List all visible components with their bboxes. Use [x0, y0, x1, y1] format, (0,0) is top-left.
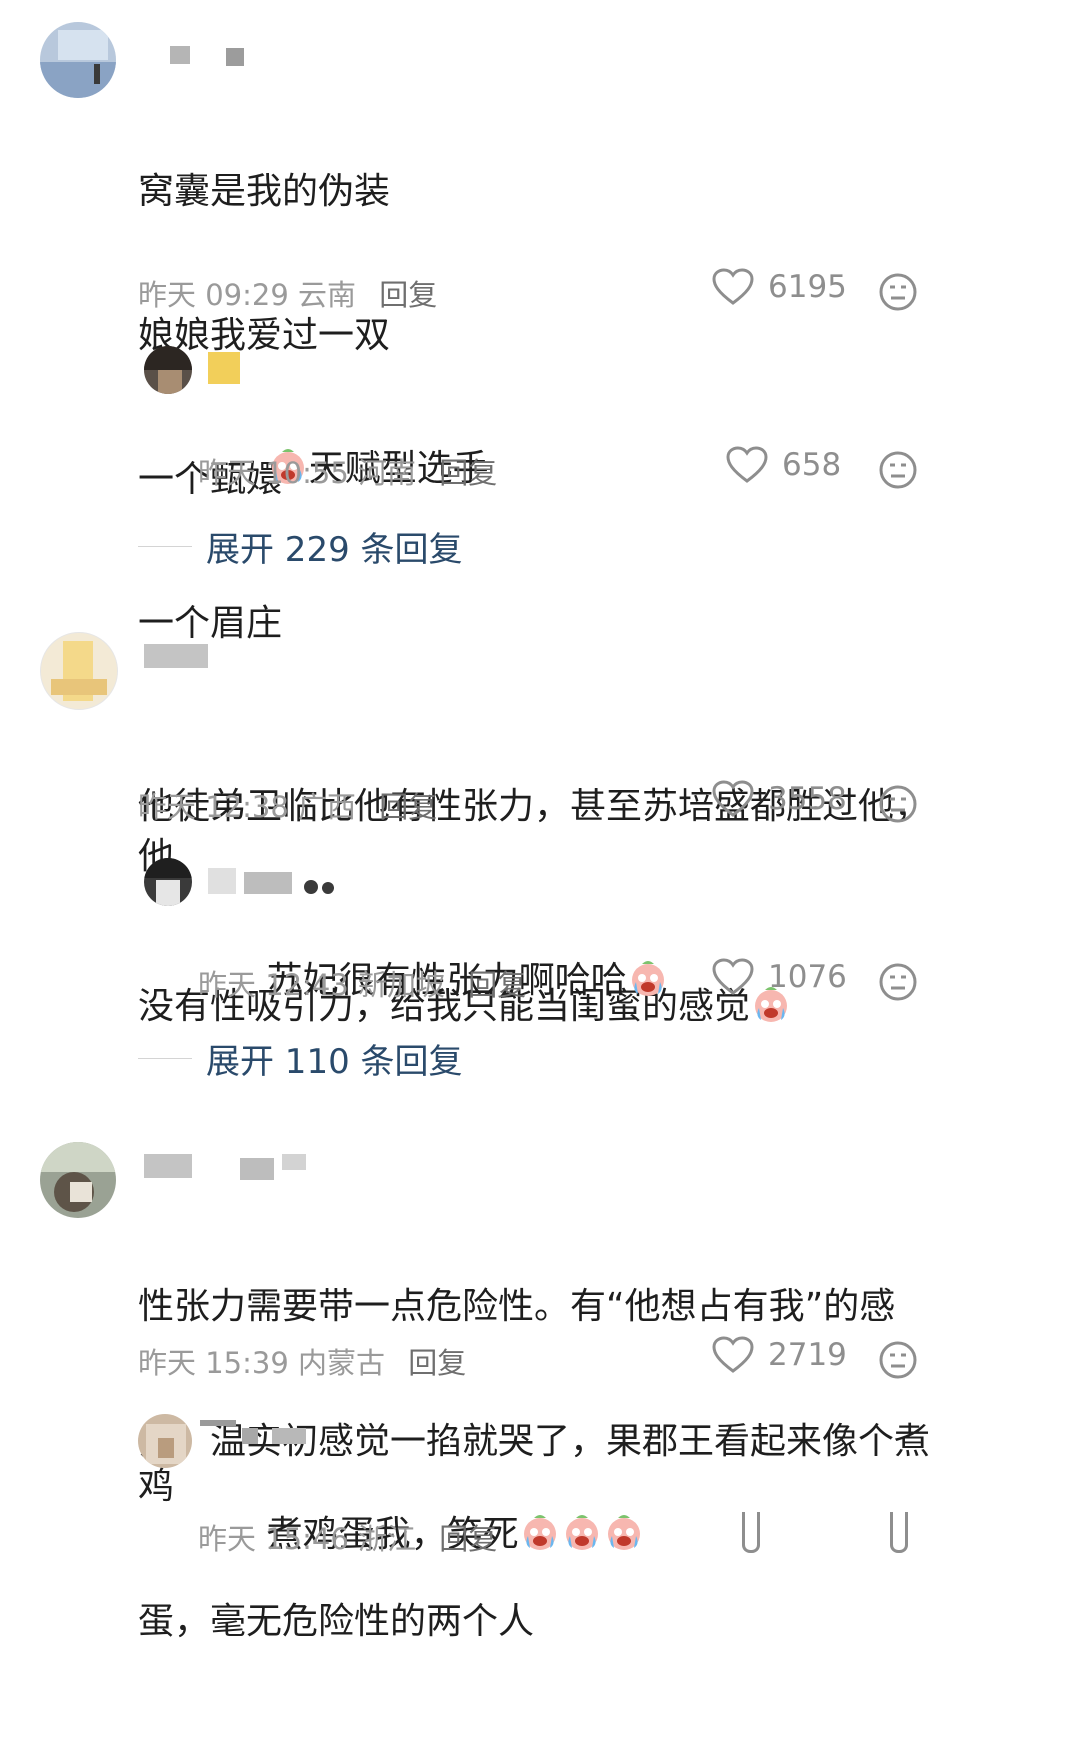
comment-line: 娘娘我爱过一双 — [138, 315, 391, 356]
avatar[interactable] — [40, 632, 118, 710]
timestamp: 昨天 15:46 — [198, 1522, 349, 1556]
reply-button[interactable]: 回复 — [439, 456, 497, 490]
expand-replies-button[interactable]: 展开 110 条回复 — [138, 1034, 463, 1083]
avatar[interactable] — [144, 858, 192, 906]
like-count: 6195 — [768, 269, 847, 305]
username[interactable] — [150, 46, 270, 72]
region: 云南 — [298, 278, 357, 312]
scroll-handle[interactable] — [890, 1512, 908, 1553]
comment-line: 一个眉庄 — [138, 603, 283, 644]
divider — [138, 1058, 192, 1059]
avatar[interactable] — [40, 22, 116, 98]
meh-face-icon[interactable] — [878, 1340, 918, 1380]
like-count: 658 — [782, 447, 842, 483]
like-button[interactable]: 1076 — [712, 958, 847, 996]
meh-face-icon[interactable] — [878, 784, 918, 824]
comment-meta: 昨天 12:38 广西 回复 — [138, 784, 437, 826]
reply-button[interactable]: 回复 — [468, 968, 526, 1002]
comment-line: 窝囊是我的伪装 — [138, 171, 391, 212]
region: 内蒙古 — [298, 1346, 386, 1380]
timestamp: 昨天 10:55 — [198, 456, 349, 490]
comment-line: 性张力需要带一点危险性。有“他想占有我”的感 — [138, 1286, 896, 1327]
heart-outline-icon — [712, 1336, 754, 1373]
region: 河南 — [358, 456, 417, 490]
expand-replies-button[interactable]: 展开 229 条回复 — [138, 522, 463, 571]
avatar[interactable] — [138, 1414, 192, 1468]
heart-outline-icon — [712, 780, 754, 817]
reply-button[interactable]: 回复 — [439, 1522, 497, 1556]
like-count: 1076 — [768, 959, 847, 995]
heart-outline-icon — [726, 446, 768, 483]
like-button[interactable]: 2719 — [712, 1336, 847, 1374]
username[interactable] — [144, 644, 214, 670]
avatar[interactable] — [40, 1142, 116, 1218]
username[interactable] — [200, 1420, 320, 1446]
timestamp: 昨天 15:39 — [138, 1346, 289, 1380]
username[interactable] — [144, 1154, 314, 1180]
timestamp: 昨天 12:43 — [198, 968, 349, 1002]
scroll-indicators — [742, 1512, 912, 1553]
timestamp: 昨天 12:38 — [138, 790, 289, 824]
reply-button[interactable]: 回复 — [379, 790, 437, 824]
crying-laughing-emoji — [565, 1515, 598, 1550]
heart-outline-icon — [712, 268, 754, 305]
like-button[interactable]: 6195 — [712, 268, 847, 306]
expand-replies-label: 展开 229 条回复 — [206, 530, 463, 570]
heart-outline-icon — [712, 958, 754, 995]
like-count: 2719 — [768, 1337, 847, 1373]
username[interactable] — [208, 868, 338, 894]
timestamp: 昨天 09:29 — [138, 278, 289, 312]
region: 浙江 — [358, 1522, 417, 1556]
reply-button[interactable]: 回复 — [408, 1346, 466, 1380]
crying-laughing-emoji — [631, 961, 664, 996]
reply-meta: 昨天 12:43 新加坡 回复 — [198, 962, 526, 1004]
expand-replies-label: 展开 110 条回复 — [206, 1042, 463, 1082]
reply-button[interactable]: 回复 — [379, 278, 437, 312]
meh-face-icon[interactable] — [878, 962, 918, 1002]
reply-meta: 昨天 10:55 河南 回复 — [198, 450, 497, 492]
scroll-handle[interactable] — [742, 1512, 760, 1553]
reply-meta: 昨天 15:46 浙江 回复 — [198, 1516, 497, 1558]
username[interactable] — [208, 352, 248, 384]
like-count: 3558 — [768, 781, 847, 817]
like-button[interactable]: 3558 — [712, 780, 847, 818]
meh-face-icon[interactable] — [878, 450, 918, 490]
divider — [138, 546, 192, 547]
region: 广西 — [298, 790, 357, 824]
comment-meta: 昨天 15:39 内蒙古 回复 — [138, 1340, 466, 1382]
crying-laughing-emoji — [607, 1515, 640, 1550]
region: 新加坡 — [358, 968, 446, 1002]
comment-meta: 昨天 09:29 云南 回复 — [138, 272, 437, 314]
avatar[interactable] — [144, 346, 192, 394]
like-button[interactable]: 658 — [726, 446, 841, 484]
meh-face-icon[interactable] — [878, 272, 918, 312]
crying-laughing-emoji — [523, 1515, 556, 1550]
